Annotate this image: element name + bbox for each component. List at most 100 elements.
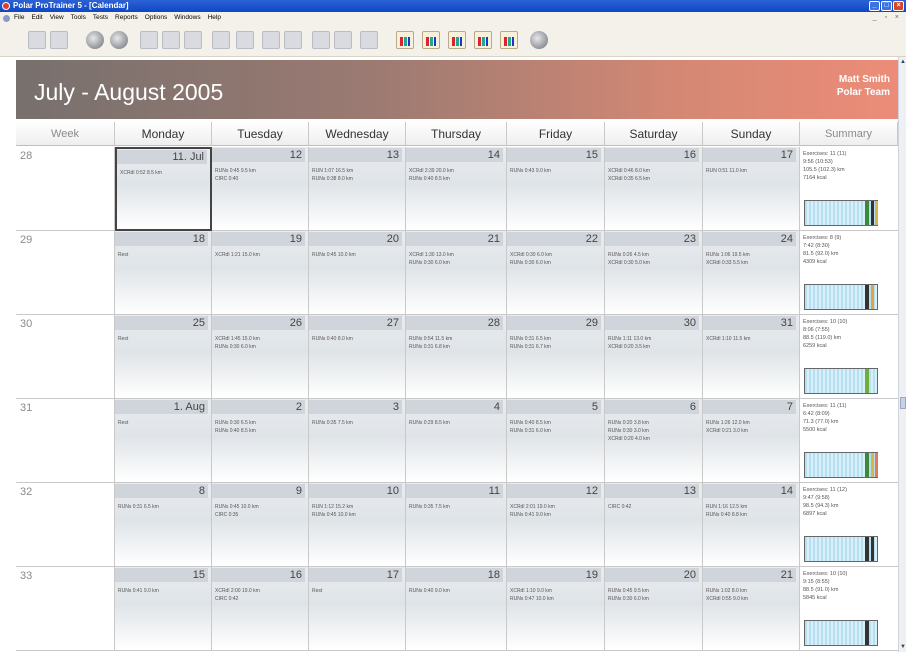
exercise-entry[interactable]: RUNs 0:45 9.5 km	[608, 588, 649, 594]
exercise-entry[interactable]: RUNs 0:45 10.0 km	[312, 252, 356, 258]
exercise-entry[interactable]: CIRC 0:42	[608, 504, 631, 510]
exercise-entry[interactable]: RUNs 0:29 8.5 km	[409, 420, 450, 426]
exercise-entry[interactable]: XCRdl 2:01 19.0 km	[510, 504, 555, 510]
exercise-entry[interactable]: RUNs 0:31 6.8 km	[409, 344, 450, 350]
day-cell[interactable]: 24 RUNs 1:06 19.5 km XCRdl 0:33 5.5 km	[703, 231, 800, 315]
week-cell[interactable]: 33	[16, 567, 115, 651]
save-icon[interactable]	[50, 31, 68, 49]
menu-edit[interactable]: Edit	[31, 12, 42, 24]
exercise-entry[interactable]: RUNs 0:45 10.0 km	[215, 504, 259, 510]
day-cell[interactable]: 4 RUNs 0:29 8.5 km	[406, 399, 507, 483]
bar-chart-icon[interactable]	[396, 31, 414, 49]
day-cell[interactable]: 12 RUNs 0:45 9.5 km CIRC 0:40	[212, 147, 309, 231]
day-cell[interactable]: 19 XCRdl 1:10 9.0 km RUNs 0:47 10.0 km	[507, 567, 605, 651]
exercise-entry[interactable]: XCRdl 2:39 20.0 km	[409, 168, 454, 174]
day-cell[interactable]: 3 RUNs 0:35 7.5 km	[309, 399, 406, 483]
minimize-icon[interactable]: _	[869, 1, 880, 11]
exercise-entry[interactable]: XCRdl 0:55 9.0 km	[706, 596, 748, 602]
close-icon[interactable]: ×	[893, 1, 904, 11]
search-gray-icon[interactable]	[312, 31, 330, 49]
exercise-entry[interactable]: RUNs 0:30 6.0 km	[409, 260, 450, 266]
week-summary[interactable]: Exercises: 10 (10) 9:15 (8:55) 88.5 (91.0)…	[800, 567, 898, 651]
exercise-entry[interactable]: RUNs 0:40 8.0 km	[312, 336, 353, 342]
day-cell[interactable]: 19 XCRdl 1:21 15.0 km	[212, 231, 309, 315]
exercise-entry[interactable]: RUNs 0:30 6.5 km	[215, 420, 256, 426]
people-icon[interactable]	[530, 31, 548, 49]
exercise-entry[interactable]: XCRdl 1:30 13.0 km	[409, 252, 454, 258]
exercise-entry[interactable]: RUNs 0:35 7.5 km	[312, 420, 353, 426]
day-cell[interactable]: 20 RUNs 0:45 9.5 km RUNs 0:30 6.0 km	[605, 567, 703, 651]
exercise-entry[interactable]: XCRdl 0:30 6.0 km	[510, 252, 552, 258]
exercise-entry[interactable]: RUNs 1:26 12.0 km	[706, 420, 750, 426]
scroll-up-icon[interactable]: ▲	[900, 59, 906, 65]
day-cell[interactable]: 22 XCRdl 0:30 6.0 km RUNs 0:30 6.0 km	[507, 231, 605, 315]
exercise-entry[interactable]: RUNs 1:06 19.5 km	[706, 252, 750, 258]
week-summary[interactable]: Exercises: 8 (9) 7:42 (8:30) 81.5 (92.0) k…	[800, 231, 898, 315]
upload-gray-icon[interactable]	[360, 31, 378, 49]
day-cell[interactable]: 9 RUNs 0:45 10.0 km CIRC 0:35	[212, 483, 309, 567]
day-cell[interactable]: 10 RUN 1:12 15.2 km RUNs 0:45 10.0 km	[309, 483, 406, 567]
bar-chart-multi-icon[interactable]	[474, 31, 492, 49]
day-cell[interactable]: 5 RUNs 0:40 8.5 km RUNs 0:31 6.0 km	[507, 399, 605, 483]
menu-view[interactable]: View	[50, 12, 64, 24]
day-cell[interactable]: 17 RUN 0:51 11.0 km	[703, 147, 800, 231]
exercise-entry[interactable]: RUNs 0:20 3.8 km	[608, 420, 649, 426]
day-cell[interactable]: 28 RUNs 0:54 11.5 km RUNs 0:31 6.8 km	[406, 315, 507, 399]
exercise-entry[interactable]: RUNs 0:30 6.0 km	[608, 596, 649, 602]
exercise-entry[interactable]: RUNs 1:11 13.0 km	[608, 336, 651, 342]
day-cell[interactable]: 18 Rest	[115, 231, 212, 315]
exercise-entry[interactable]: XCRdl 0:35 6.5 km	[608, 176, 650, 182]
table-gray-icon[interactable]	[262, 31, 280, 49]
week-cell[interactable]: 32	[16, 483, 115, 567]
day-cell[interactable]: 30 RUNs 1:11 13.0 km XCRdl 0:20 3.5 km	[605, 315, 703, 399]
columns-gray-icon[interactable]	[284, 31, 302, 49]
day-cell[interactable]: 16 XCRdl 2:00 19.0 km CIRC 0:42	[212, 567, 309, 651]
exercise-entry[interactable]: RUNs 0:40 8.5 km	[510, 420, 551, 426]
menu-tests[interactable]: Tests	[93, 12, 108, 24]
day-cell[interactable]: 8 RUNs 0:31 6.5 km	[115, 483, 212, 567]
exercise-entry[interactable]: RUNs 0:30 6.0 km	[215, 344, 256, 350]
exercise-entry[interactable]: XCRdl 0:21 3.0 km	[706, 428, 748, 434]
day-cell[interactable]: 14 RUN 1:16 12.5 km RUNs 0:40 8.8 km	[703, 483, 800, 567]
scroll-thumb[interactable]	[900, 397, 906, 409]
person-swap-icon[interactable]	[110, 31, 128, 49]
week-summary[interactable]: Exercises: 10 (10) 8:06 (7:55) 88.5 (119.0…	[800, 315, 898, 399]
day-cell[interactable]: 15 RUNs 0:41 9.0 km	[115, 567, 212, 651]
week-summary[interactable]: Exercises: 11 (12) 9:47 (9:58) 98.5 (94.3)…	[800, 483, 898, 567]
exercise-entry[interactable]: RUNs 0:30 3.0 km	[608, 428, 649, 434]
exercise-entry[interactable]: XCRdl 1:10 11.5 km	[706, 336, 750, 342]
exercise-entry[interactable]: RUNs 0:31 6.5 km	[510, 336, 551, 342]
exercise-entry[interactable]: RUN 1:12 15.2 km	[312, 504, 353, 510]
day-cell[interactable]: 21 XCRdl 1:30 13.0 km RUNs 0:30 6.0 km	[406, 231, 507, 315]
download-gray-icon[interactable]	[334, 31, 352, 49]
day-cell[interactable]: 16 XCRdl 0:46 8.0 km XCRdl 0:35 6.5 km	[605, 147, 703, 231]
exercise-entry[interactable]: XCRdl 1:45 15.0 km	[215, 336, 260, 342]
exercise-entry[interactable]: RUNs 0:26 4.5 km	[608, 252, 649, 258]
exercise-entry[interactable]: RUNs 0:31 6.0 km	[510, 428, 551, 434]
exercise-entry[interactable]: RUNs 0:40 9.0 km	[409, 588, 450, 594]
exercise-entry[interactable]: CIRC 0:42	[215, 596, 238, 602]
exercise-entry[interactable]: RUNs 0:43 9.0 km	[510, 168, 551, 174]
menu-reports[interactable]: Reports	[115, 12, 138, 24]
list-icon[interactable]	[212, 31, 230, 49]
document-icon[interactable]	[3, 15, 10, 22]
calendar-icon[interactable]	[140, 31, 158, 49]
exercise-entry[interactable]: XCRdl 0:20 3.5 km	[608, 344, 650, 350]
exercise-entry[interactable]: RUN 0:51 11.0 km	[706, 168, 747, 174]
day-cell[interactable]: 20 RUNs 0:45 10.0 km	[309, 231, 406, 315]
day-cell[interactable]: 6 RUNs 0:20 3.8 km RUNs 0:30 3.0 km XCRdl 0…	[605, 399, 703, 483]
week-cell[interactable]: 29	[16, 231, 115, 315]
chart-gray-icon[interactable]	[236, 31, 254, 49]
menu-file[interactable]: File	[14, 12, 24, 24]
exercise-entry[interactable]: RUNs 0:40 8.8 km	[706, 512, 747, 518]
pen-icon[interactable]	[184, 31, 202, 49]
day-cell[interactable]: 11. Jul XCRdl 0:52 8.5 km	[115, 147, 212, 231]
exercise-entry[interactable]: RUN 1:16 12.5 km	[706, 504, 747, 510]
week-summary[interactable]: Exercises: 11 (11) 9:56 (10:53) 105.5 (102…	[800, 147, 898, 231]
day-cell[interactable]: 13 CIRC 0:42	[605, 483, 703, 567]
day-cell[interactable]: 29 RUNs 0:31 6.5 km RUNs 0:31 6.7 km	[507, 315, 605, 399]
bar-chart-orange-icon[interactable]	[500, 31, 518, 49]
exercise-entry[interactable]: CIRC 0:40	[215, 176, 238, 182]
week-cell[interactable]: 31	[16, 399, 115, 483]
exercise-entry[interactable]: RUNs 0:41 9.0 km	[510, 512, 551, 518]
